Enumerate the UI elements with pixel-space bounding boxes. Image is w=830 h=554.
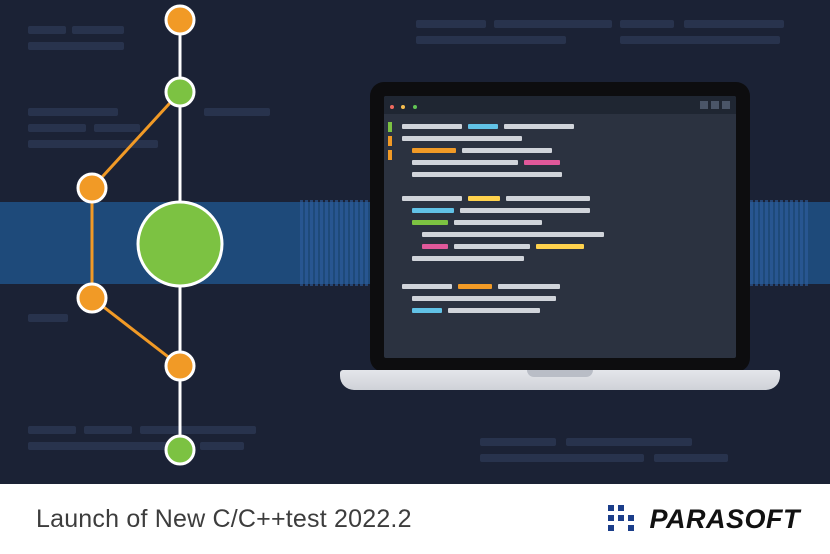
hero-graphic [0,0,830,484]
laptop-notch [527,370,593,377]
brand-logo: PARASOFT [608,504,801,535]
window-controls [697,96,730,114]
footer-bar: Launch of New C/C++test 2022.2 PARASOFT [0,484,830,554]
laptop-bezel [370,82,750,372]
traffic-lights [390,96,420,114]
laptop-illustration [340,82,780,412]
laptop-base [340,370,780,390]
headline-text: Launch of New C/C++test 2022.2 [36,505,412,534]
brand-mark-icon [608,505,642,533]
laptop-screen [384,96,736,358]
brand-name: PARASOFT [650,504,801,535]
branch-graph [0,0,330,484]
editor-titlebar [384,96,736,114]
